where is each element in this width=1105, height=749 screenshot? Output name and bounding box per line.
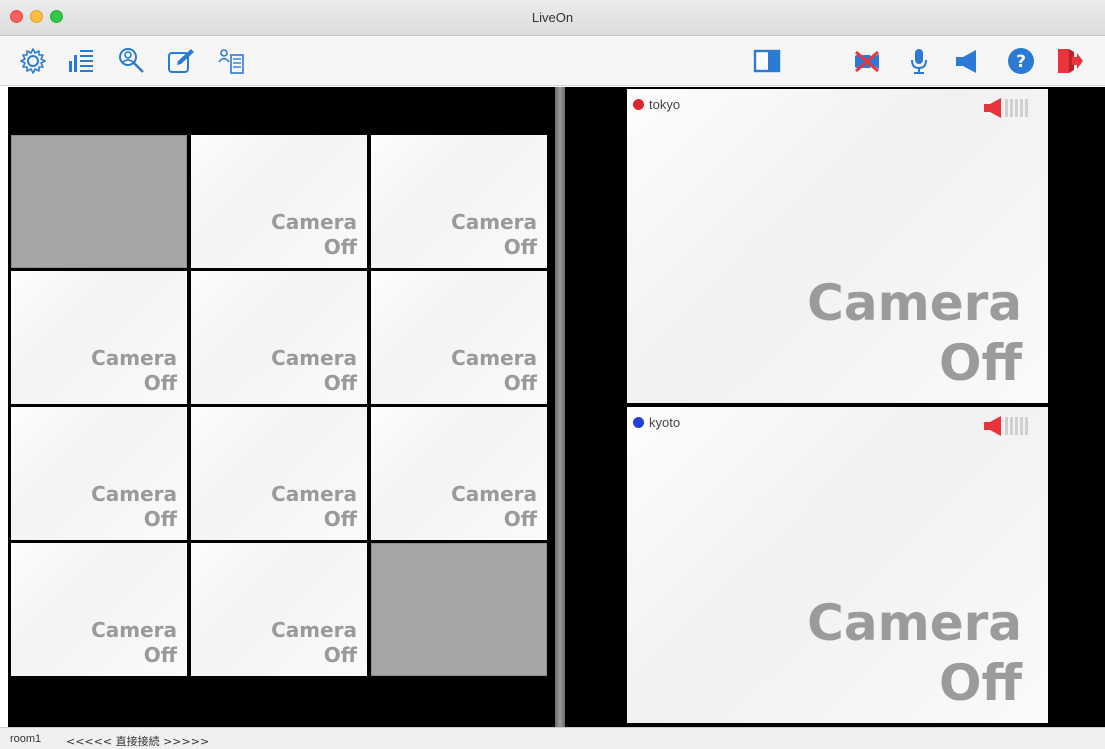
camera-off-label: Camera Off (807, 273, 1022, 393)
room-name: room1 (10, 733, 42, 745)
speaker-button[interactable] (952, 46, 982, 76)
grid-tile-camera-off[interactable]: Camera Off (371, 135, 547, 268)
grid-tile-empty[interactable] (371, 543, 547, 676)
camera-off-line2: Off (503, 371, 537, 395)
volume-meter[interactable] (982, 97, 1044, 119)
main-video-panel: tokyo Camera Off kyoto Camera Off (565, 87, 1105, 727)
camera-off-line2: Off (143, 643, 177, 667)
camera-off-label: Camera Off (807, 593, 1022, 713)
layout-toggle-icon (753, 49, 781, 73)
connection-status: <<<<< 直接接続 >>>>> (66, 735, 210, 748)
grid-tile-camera-off[interactable]: Camera Off (11, 407, 187, 540)
status-bar: room1 <<<<< 直接接続 >>>>> (0, 727, 1105, 749)
video-tile-kyoto[interactable]: kyoto Camera Off (627, 407, 1048, 723)
search-user-icon (119, 48, 144, 73)
camera-off-line1: Camera (91, 346, 177, 370)
grid-tile-camera-off[interactable]: Camera Off (191, 407, 367, 540)
camera-off-line1: Camera (451, 210, 537, 234)
camera-off-line1: Camera (807, 274, 1022, 332)
volume-meter[interactable] (982, 415, 1044, 437)
camera-off-line1: Camera (807, 594, 1022, 652)
camera-off-label: Camera Off (271, 618, 357, 668)
camera-off-label: Camera Off (271, 346, 357, 396)
exit-icon (1058, 49, 1083, 73)
grid-tile-empty[interactable] (11, 135, 187, 268)
video-tile-tokyo[interactable]: tokyo Camera Off (627, 89, 1048, 403)
camera-off-label: Camera Off (271, 482, 357, 532)
edit-button[interactable] (166, 46, 196, 76)
speaker-icon (956, 50, 976, 73)
grid-tile-camera-off[interactable]: Camera Off (11, 271, 187, 404)
camera-off-line1: Camera (271, 482, 357, 506)
camera-off-line1: Camera (451, 346, 537, 370)
camera-off-label: Camera Off (451, 346, 537, 396)
help-icon: ? (1008, 48, 1034, 74)
camera-off-label: Camera Off (451, 210, 537, 260)
svg-text:?: ? (1016, 52, 1026, 72)
grid-tile-camera-off[interactable]: Camera Off (11, 543, 187, 676)
camera-off-icon (855, 50, 879, 73)
exit-button[interactable] (1054, 46, 1084, 76)
camera-off-line1: Camera (271, 346, 357, 370)
level-meter-icon (69, 50, 93, 72)
grid-tile-camera-off[interactable]: Camera Off (191, 135, 367, 268)
edit-icon (168, 49, 194, 73)
participant-grid: Camera Off Camera Off Camera Off Camera Off Came… (8, 87, 555, 727)
toolbar: ? (0, 36, 1105, 86)
video-user-label: tokyo (633, 97, 680, 112)
camera-off-line2: Off (503, 235, 537, 259)
window-title: LiveOn (531, 10, 574, 25)
camera-off-line1: Camera (271, 210, 357, 234)
search-user-button[interactable] (116, 46, 146, 76)
camera-off-line2: Off (323, 235, 357, 259)
panel-splitter[interactable] (555, 87, 565, 727)
gear-icon (20, 48, 46, 74)
layout-toggle-button[interactable] (752, 46, 782, 76)
camera-off-label: Camera Off (91, 482, 177, 532)
camera-off-line2: Off (938, 654, 1022, 712)
camera-toggle-button[interactable] (852, 46, 882, 76)
video-user-name: kyoto (649, 415, 681, 430)
camera-off-label: Camera Off (91, 618, 177, 668)
camera-off-line2: Off (143, 507, 177, 531)
camera-off-line2: Off (323, 507, 357, 531)
audio-level-button[interactable] (66, 46, 96, 76)
microphone-icon (911, 49, 927, 74)
grid-tile-camera-off[interactable]: Camera Off (191, 543, 367, 676)
grid-tile-camera-off[interactable]: Camera Off (191, 271, 367, 404)
microphone-button[interactable] (904, 46, 934, 76)
user-list-icon (218, 49, 244, 74)
camera-off-line2: Off (323, 643, 357, 667)
grid-tile-camera-off[interactable]: Camera Off (371, 407, 547, 540)
help-button[interactable]: ? (1006, 46, 1036, 76)
volume-speaker-icon (984, 416, 1028, 436)
camera-off-line2: Off (503, 507, 537, 531)
camera-off-line2: Off (143, 371, 177, 395)
camera-off-label: Camera Off (271, 210, 357, 260)
member-list-button[interactable] (216, 46, 246, 76)
camera-off-line1: Camera (91, 482, 177, 506)
user-status-dot (633, 99, 644, 110)
camera-off-line2: Off (938, 334, 1022, 392)
settings-button[interactable] (18, 46, 48, 76)
video-user-label: kyoto (633, 415, 680, 430)
title-bar: LiveOn (0, 0, 1105, 36)
camera-off-label: Camera Off (451, 482, 537, 532)
video-user-name: tokyo (649, 97, 681, 112)
camera-off-label: Camera Off (91, 346, 177, 396)
camera-off-line1: Camera (91, 618, 177, 642)
camera-off-line1: Camera (451, 482, 537, 506)
volume-speaker-icon (984, 98, 1028, 118)
camera-off-line1: Camera (271, 618, 357, 642)
grid-tile-camera-off[interactable]: Camera Off (371, 271, 547, 404)
camera-off-line2: Off (323, 371, 357, 395)
user-status-dot (633, 417, 644, 428)
